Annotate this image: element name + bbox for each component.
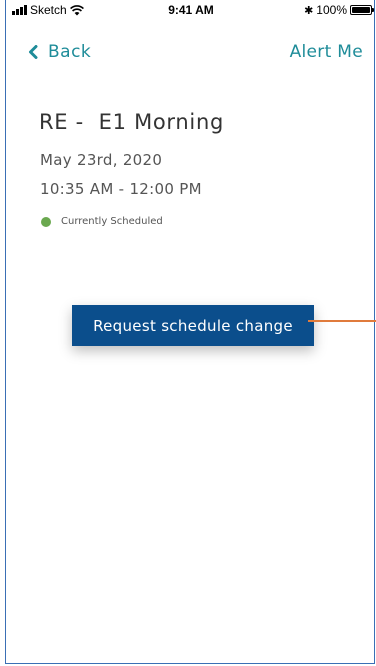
status-indicator-dot <box>41 216 51 227</box>
chevron-left-icon <box>29 45 38 59</box>
shift-title: RE - E1 Morning <box>39 110 224 134</box>
battery-percentage: 100% <box>316 3 347 17</box>
bluetooth-icon: ✱ <box>304 4 314 17</box>
status-right: ✱ 100% <box>304 3 374 17</box>
status-label: Currently Scheduled <box>61 216 163 227</box>
status-bar: Sketch 9:41 AM ✱ 100% <box>6 0 376 20</box>
back-label: Back <box>48 42 92 62</box>
shift-date: May 23rd, 2020 <box>40 151 163 169</box>
shift-time-range: 10:35 AM - 12:00 PM <box>40 180 202 198</box>
phone-frame: Sketch 9:41 AM ✱ 100% Back Alert Me RE -… <box>5 0 375 664</box>
annotation-connector-line <box>308 320 376 322</box>
request-schedule-change-button[interactable]: Request schedule change <box>72 305 314 346</box>
shift-status: Currently Scheduled <box>41 216 163 227</box>
alert-me-button[interactable]: Alert Me <box>290 42 363 62</box>
back-button[interactable]: Back <box>28 42 91 62</box>
battery-level <box>352 7 370 13</box>
battery-icon <box>350 5 374 15</box>
